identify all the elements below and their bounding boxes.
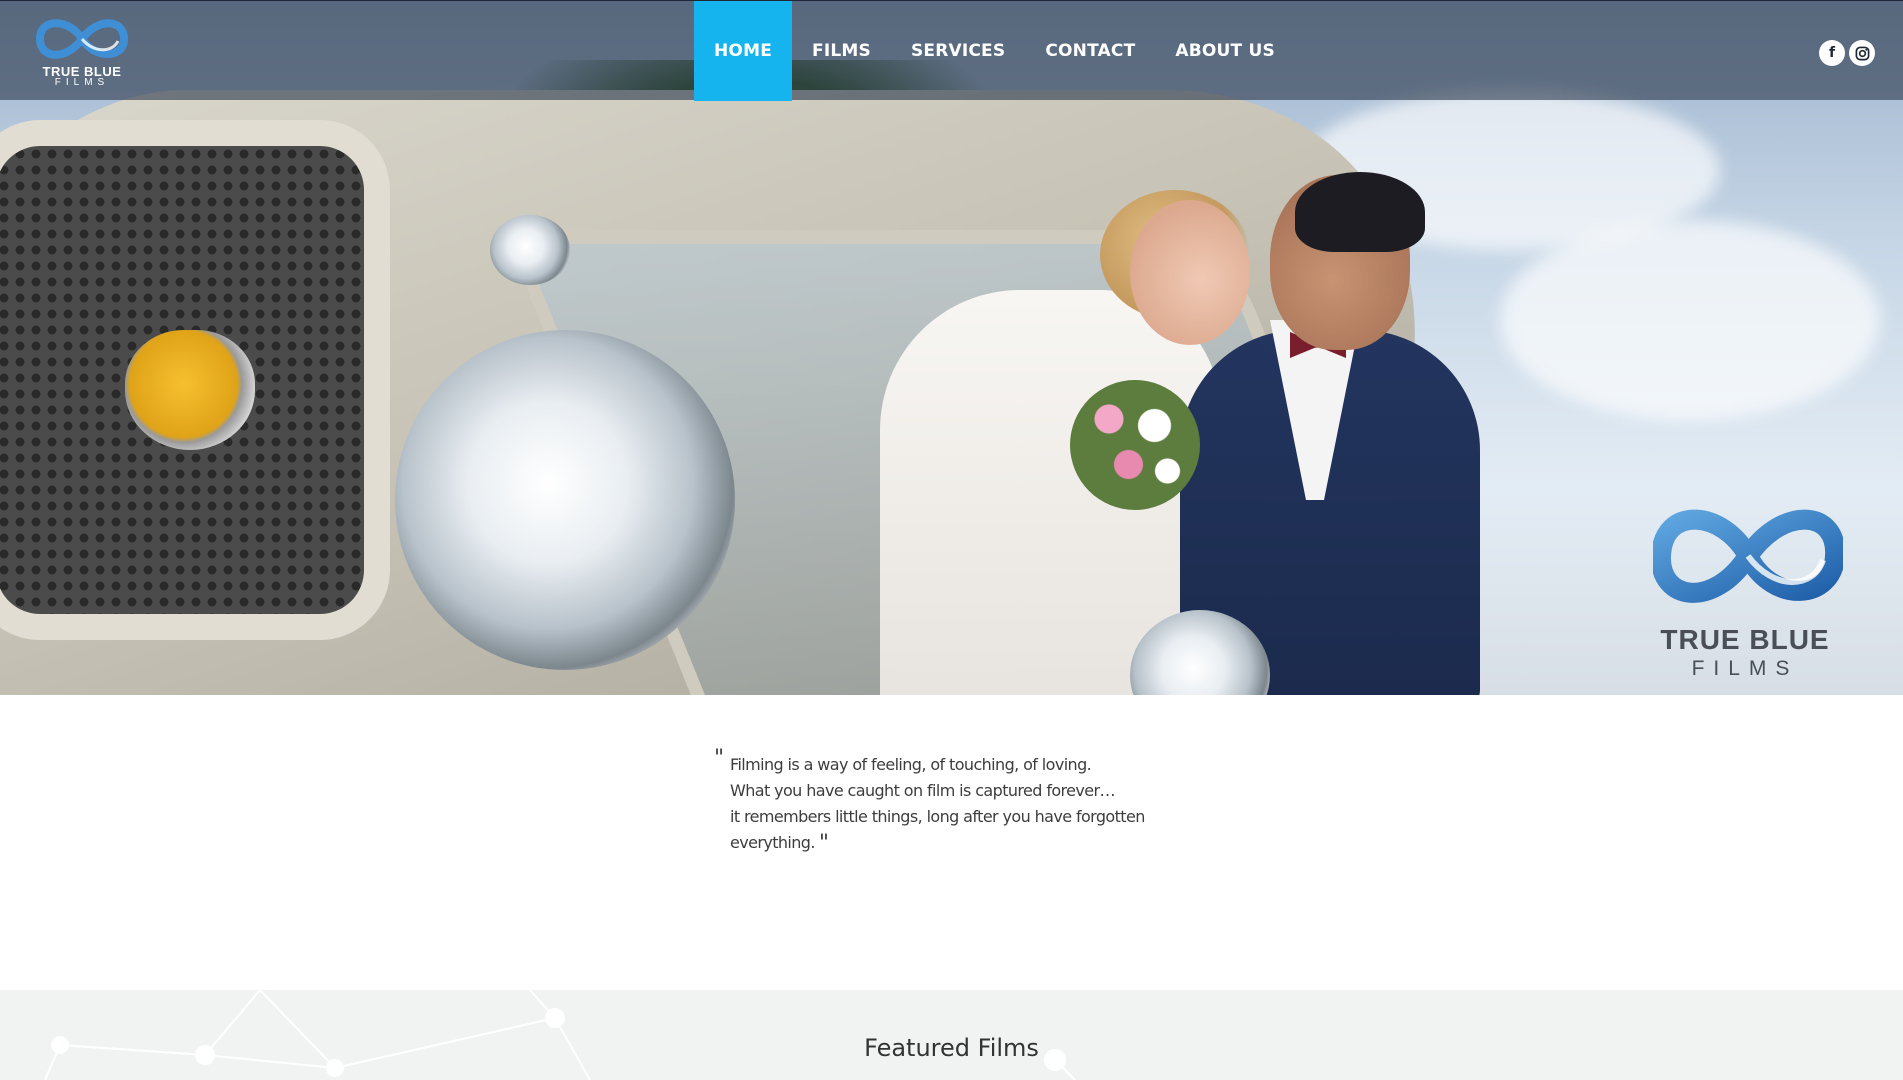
featured-films-section: Featured Films (0, 990, 1903, 1080)
hero-watermark-logo: TRUE BLUE FILMS (1645, 500, 1845, 680)
nav-home[interactable]: HOME (694, 1, 793, 101)
quote-open-mark: " (714, 746, 724, 771)
quote-line: Filming is a way of feeling, of touching… (730, 755, 1092, 774)
nav-services[interactable]: SERVICES (891, 1, 1025, 101)
nav-films[interactable]: FILMS (792, 1, 891, 101)
quote-line: it remembers little things, long after y… (716, 804, 1216, 857)
logo-subtitle: FILMS (54, 77, 110, 88)
quote-close-mark: " (818, 831, 829, 856)
bouquet (1070, 380, 1200, 510)
main-menu: HOME FILMS SERVICES CONTACT ABOUT US (694, 1, 1295, 101)
car-emblem (125, 330, 255, 450)
site-logo[interactable]: TRUE BLUE FILMS (36, 11, 128, 89)
hero-logo-title: TRUE BLUE (1660, 624, 1830, 655)
top-navigation: TRUE BLUE FILMS HOME FILMS SERVICES CONT… (0, 0, 1903, 101)
groom-hair (1295, 172, 1425, 252)
nav-about-us[interactable]: ABOUT US (1155, 1, 1295, 101)
bride-head (1130, 200, 1250, 345)
infinity-logo-icon (36, 19, 128, 59)
featured-films-title: Featured Films (864, 1034, 1039, 1062)
hero-logo-subtitle: FILMS (1691, 657, 1799, 680)
headlamp (490, 215, 570, 285)
nav-contact[interactable]: CONTACT (1025, 1, 1155, 101)
facebook-icon[interactable]: f (1819, 40, 1845, 66)
quote-line-text: it remembers little things, long after y… (730, 807, 1145, 852)
quote-line: What you have caught on film is captured… (730, 781, 1116, 800)
quote-block: " Filming is a way of feeling, of touchi… (714, 746, 1216, 857)
headlamp (395, 330, 735, 670)
cloud (1500, 220, 1880, 420)
social-links: f (1819, 40, 1875, 66)
hero-banner: TRUE BLUE FILMS (0, 0, 1903, 695)
infinity-logo-icon (1653, 509, 1843, 603)
instagram-icon[interactable] (1849, 40, 1875, 66)
